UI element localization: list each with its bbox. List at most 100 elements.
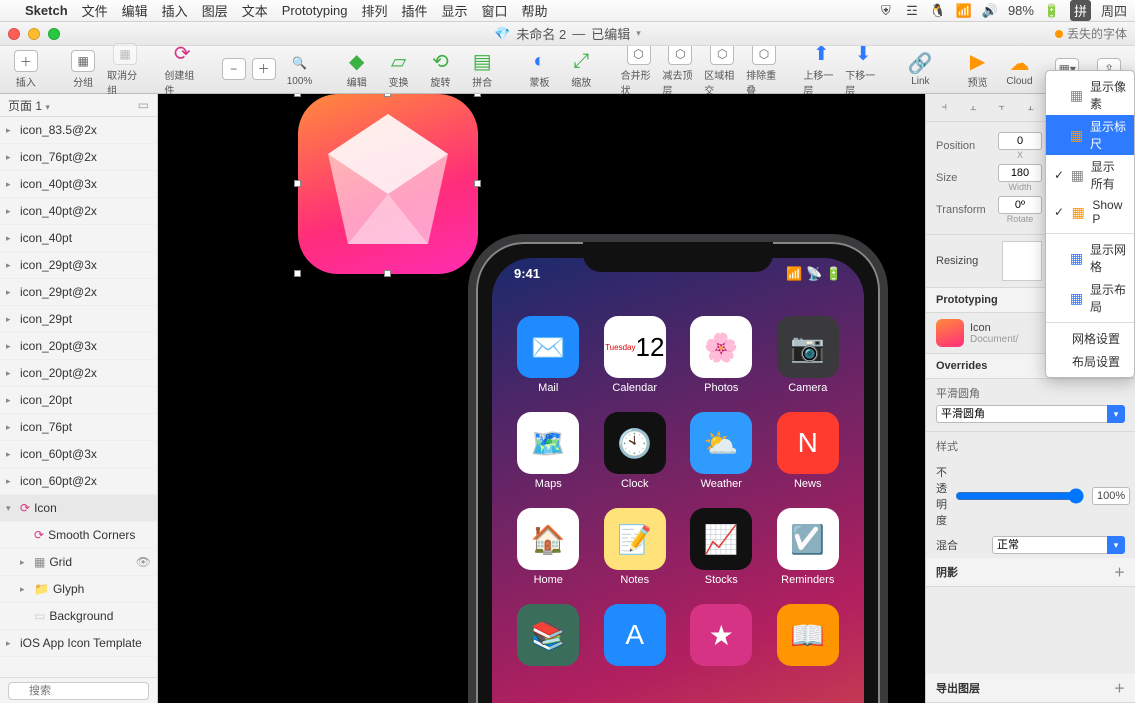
link-button[interactable]: 🔗Link [902, 52, 938, 87]
union-button[interactable]: ⬡合并形状 [621, 43, 657, 97]
select-chevron-icon[interactable]: ▾ [1107, 405, 1125, 423]
wifi-icon[interactable]: 📶 [956, 3, 972, 19]
edit-button[interactable]: ◆编辑 [339, 50, 375, 89]
menu-layer[interactable]: 图层 [202, 1, 228, 20]
opacity-slider[interactable] [955, 488, 1084, 504]
zoom-out-button[interactable]: − [222, 58, 246, 82]
menu-window[interactable]: 窗口 [482, 1, 508, 20]
input-method[interactable]: 拼 [1070, 0, 1091, 21]
shield-icon[interactable]: ⛨ [878, 3, 894, 19]
pages-header[interactable]: 页面 1 ▾ ▭ [0, 94, 157, 117]
zoom-in-button[interactable]: ＋ [252, 58, 276, 82]
menu-arrange[interactable]: 排列 [361, 1, 387, 20]
date-text[interactable]: 周四 [1101, 1, 1127, 20]
opacity-value[interactable]: 100% [1092, 487, 1130, 505]
scale-button[interactable]: ⤢缩放 [563, 50, 599, 89]
dropdown-item[interactable]: 布局设置 [1046, 350, 1134, 373]
preview-button[interactable]: ▶预览 [960, 50, 996, 89]
app-menu[interactable]: Sketch [25, 3, 68, 18]
add-export-icon[interactable]: ＋ [1114, 680, 1125, 696]
layer-item[interactable]: ⟳ Smooth Corners [0, 522, 157, 549]
layer-item[interactable]: ▸icon_40pt@2x [0, 198, 157, 225]
ungroup-button[interactable]: ▦取消分组 [107, 43, 143, 97]
layer-item[interactable]: ▸icon_40pt@3x [0, 171, 157, 198]
dropdown-item[interactable]: ▦显示布局 [1046, 278, 1134, 318]
intersect-button[interactable]: ⬡区域相交 [704, 43, 740, 97]
layer-item[interactable]: ▸icon_40pt [0, 225, 157, 252]
battery-text[interactable]: 98% [1008, 3, 1034, 18]
zoom-window-icon[interactable] [48, 28, 60, 40]
canvas[interactable]: 9:41 📶 📡 🔋 ✉️MailTuesday12Calendar🌸Photo… [158, 94, 925, 703]
status-icon[interactable]: ☲ [904, 3, 920, 19]
menu-edit[interactable]: 编辑 [122, 1, 148, 20]
width-input[interactable] [998, 164, 1042, 182]
app-icon-artboard[interactable] [298, 94, 478, 274]
layer-item[interactable]: ▸📁 Glyph [0, 576, 157, 603]
group-button[interactable]: ▦分组 [65, 50, 101, 89]
dropdown-item[interactable]: ▦显示像素 [1046, 75, 1134, 115]
minimize-window-icon[interactable] [28, 28, 40, 40]
layer-item[interactable]: ▸▦ Grid👁 [0, 549, 157, 576]
layer-item[interactable]: ▸icon_76pt@2x [0, 144, 157, 171]
menu-file[interactable]: 文件 [82, 1, 108, 20]
layer-item[interactable]: ▸icon_20pt@2x [0, 360, 157, 387]
layer-item[interactable]: ▸icon_83.5@2x [0, 117, 157, 144]
select-chevron-icon[interactable]: ▾ [1107, 536, 1125, 554]
layer-item[interactable]: ▸icon_29pt@2x [0, 279, 157, 306]
menu-insert[interactable]: 插入 [162, 1, 188, 20]
dropdown-item[interactable]: ✓▦显示所有 [1046, 155, 1134, 195]
shadow-header[interactable]: 阴影＋ [926, 558, 1135, 587]
layer-item[interactable]: ▸icon_29pt@3x [0, 252, 157, 279]
layer-item[interactable]: ▭ Background [0, 603, 157, 630]
missing-fonts-warning[interactable]: 丢失的字体 [1055, 25, 1127, 42]
transform-button[interactable]: ▱变换 [381, 50, 417, 89]
qq-icon[interactable]: 🐧 [930, 3, 946, 19]
layer-item[interactable]: ▸iOS App Icon Template [0, 630, 157, 657]
chevron-down-icon[interactable]: ▾ [636, 28, 641, 39]
menu-view[interactable]: 显示 [442, 1, 468, 20]
subtract-button[interactable]: ⬡减去顶层 [662, 43, 698, 97]
insert-button[interactable]: ＋插入 [8, 50, 44, 89]
layer-item-icon[interactable]: ▾⟳ Icon [0, 495, 157, 522]
visibility-icon[interactable]: 👁 [136, 555, 151, 569]
align-right-icon[interactable]: ⫟ [992, 99, 1012, 117]
rotate-button[interactable]: ⟲旋转 [422, 50, 458, 89]
layer-item[interactable]: ▸icon_60pt@3x [0, 441, 157, 468]
menu-prototyping[interactable]: Prototyping [282, 3, 348, 18]
document-title[interactable]: 💎 未命名 2 — 已编辑 ▾ [494, 24, 641, 43]
menu-help[interactable]: 帮助 [522, 1, 548, 20]
volume-icon[interactable]: 🔊 [982, 3, 998, 19]
layer-item[interactable]: ▸icon_20pt [0, 387, 157, 414]
pages-toggle-icon[interactable]: ▭ [138, 98, 149, 112]
override-select[interactable]: 平滑圆角 [936, 405, 1110, 423]
close-window-icon[interactable] [8, 28, 20, 40]
align-top-icon[interactable]: ⫠ [1020, 99, 1040, 117]
menu-plugins[interactable]: 插件 [402, 1, 428, 20]
layer-search-input[interactable] [8, 682, 149, 700]
layer-item[interactable]: ▸icon_29pt [0, 306, 157, 333]
mask-button[interactable]: ◐蒙板 [522, 50, 558, 89]
layer-item[interactable]: ▸icon_60pt@2x [0, 468, 157, 495]
layer-item[interactable]: ▸icon_76pt [0, 414, 157, 441]
align-hcenter-icon[interactable]: ⫠ [963, 99, 983, 117]
align-left-icon[interactable]: ⫞ [934, 99, 954, 117]
resizing-constraints[interactable] [1002, 241, 1042, 281]
create-symbol-button[interactable]: ⟳创建组件 [164, 43, 200, 97]
backward-button[interactable]: ⬇下移一层 [845, 43, 881, 97]
forward-button[interactable]: ⬆上移一层 [803, 43, 839, 97]
blend-select[interactable]: 正常 [992, 536, 1110, 554]
cloud-button[interactable]: ☁Cloud [1002, 52, 1038, 87]
battery-icon[interactable]: 🔋 [1044, 3, 1060, 19]
add-shadow-icon[interactable]: ＋ [1114, 564, 1125, 580]
export-header[interactable]: 导出图层＋ [926, 674, 1135, 703]
layer-item[interactable]: ▸icon_20pt@3x [0, 333, 157, 360]
menu-text[interactable]: 文本 [242, 1, 268, 20]
difference-button[interactable]: ⬡排除重叠 [746, 43, 782, 97]
dropdown-item[interactable]: ▦显示标尺 [1046, 115, 1134, 155]
dropdown-item[interactable]: 网格设置 [1046, 327, 1134, 350]
rotate-input[interactable] [998, 196, 1042, 214]
pos-x-input[interactable] [998, 132, 1042, 150]
dropdown-item[interactable]: ▦显示网格 [1046, 238, 1134, 278]
dropdown-item[interactable]: ✓▦Show P [1046, 195, 1134, 229]
flatten-button[interactable]: ▤拼合 [464, 50, 500, 89]
